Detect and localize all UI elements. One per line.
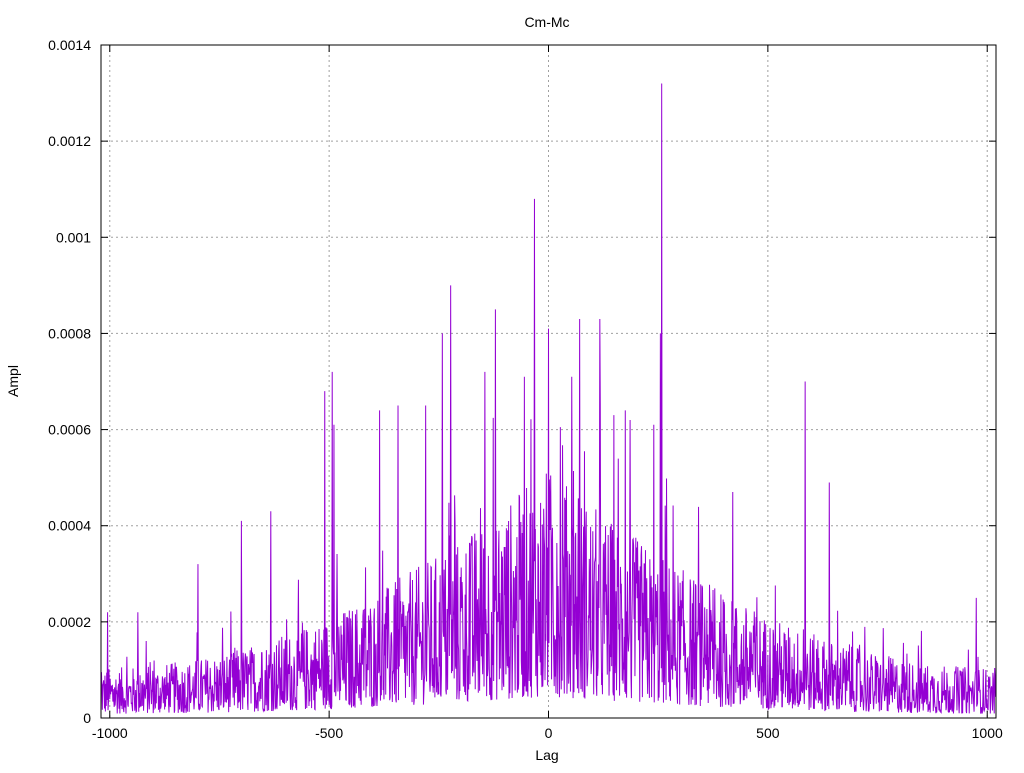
- y-axis-label: Ampl: [5, 365, 21, 397]
- chart-title: Cm-Mc: [524, 14, 569, 30]
- y-tick-label: 0.0006: [48, 422, 91, 438]
- x-axis-label: Lag: [535, 747, 558, 763]
- y-tick-label: 0: [83, 710, 91, 726]
- chart-svg: -1000 -500 0 500 1000 0 0.0002 0.0004 0.0006 0.00…: [5, 14, 1003, 763]
- y-tick-label: 0.0012: [48, 133, 91, 149]
- x-tick-label: -1000: [92, 725, 128, 741]
- x-tick-label: 1000: [972, 725, 1003, 741]
- y-tick-label: 0.0014: [48, 37, 91, 53]
- x-tick-label: -500: [315, 725, 343, 741]
- x-tick-label: 500: [756, 725, 780, 741]
- x-tick-label: 0: [545, 725, 553, 741]
- y-tick-label: 0.0002: [48, 614, 91, 630]
- y-tick-label: 0.0004: [48, 518, 91, 534]
- y-tick-label: 0.0008: [48, 325, 91, 341]
- series-line: [100, 83, 997, 714]
- y-tick-label: 0.001: [56, 229, 91, 245]
- chart: -1000 -500 0 500 1000 0 0.0002 0.0004 0.0006 0.00…: [0, 0, 1024, 768]
- ticks: -1000 -500 0 500 1000 0 0.0002 0.0004 0.0006 0.00…: [48, 37, 1003, 741]
- series-layer: [100, 83, 997, 714]
